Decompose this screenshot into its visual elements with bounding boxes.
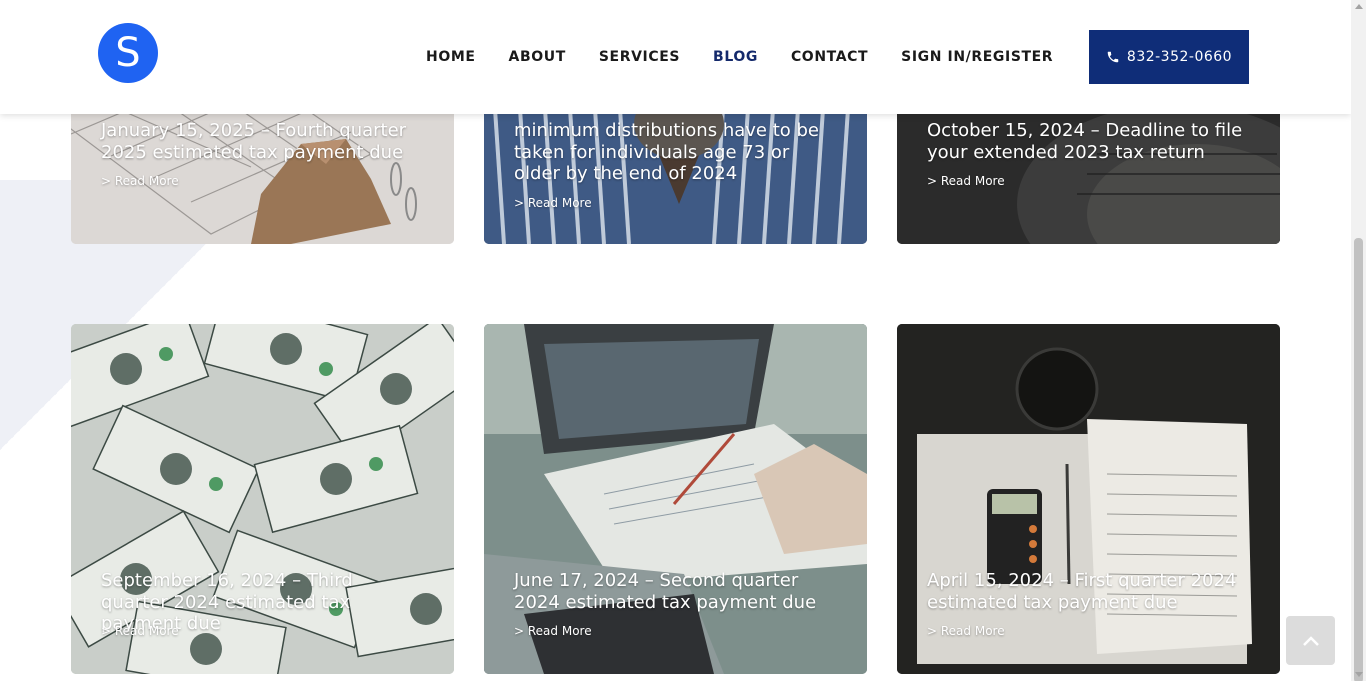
phone-number: 832-352-0660 — [1126, 49, 1233, 65]
page: January 15, 2025 – Fourth quarter 2025 e… — [0, 0, 1351, 681]
nav-home[interactable]: HOME — [426, 49, 476, 65]
read-more-link[interactable]: > Read More — [927, 174, 1005, 188]
nav-blog[interactable]: BLOG — [713, 49, 758, 65]
scroll-to-top-button[interactable] — [1286, 616, 1335, 665]
read-more-link[interactable]: > Read More — [101, 624, 179, 638]
scroll-up-arrow-icon[interactable] — [1355, 4, 1363, 9]
site-logo[interactable]: S — [98, 23, 158, 83]
phone-button[interactable]: 832-352-0660 — [1089, 30, 1249, 84]
logo-letter: S — [115, 30, 141, 76]
nav-contact[interactable]: CONTACT — [791, 49, 868, 65]
laptop-work-image — [484, 324, 867, 674]
page-scrollbar[interactable] — [1351, 0, 1366, 681]
scroll-down-arrow-icon[interactable] — [1355, 672, 1363, 677]
site-header: S HOME ABOUT SERVICES BLOG CONTACT SIGN … — [0, 0, 1351, 114]
post-title[interactable]: minimum distributions have to be taken f… — [514, 120, 837, 185]
nav-sign-in-register[interactable]: SIGN IN/REGISTER — [901, 49, 1053, 65]
post-title[interactable]: April 15, 2024 – First quarter 2024 esti… — [927, 570, 1250, 613]
chevron-up-icon — [1302, 635, 1319, 646]
blog-card[interactable]: April 15, 2024 – First quarter 2024 esti… — [897, 324, 1280, 674]
main-nav: HOME ABOUT SERVICES BLOG CONTACT SIGN IN… — [426, 49, 1086, 65]
read-more-link[interactable]: > Read More — [514, 196, 592, 210]
read-more-link[interactable]: > Read More — [101, 174, 179, 188]
read-more-link[interactable]: > Read More — [927, 624, 1005, 638]
nav-services[interactable]: SERVICES — [599, 49, 680, 65]
post-title[interactable]: October 15, 2024 – Deadline to file your… — [927, 120, 1250, 163]
blog-card[interactable]: June 17, 2024 – Second quarter 2024 esti… — [484, 324, 867, 674]
read-more-link[interactable]: > Read More — [514, 624, 592, 638]
post-title[interactable]: January 15, 2025 – Fourth quarter 2025 e… — [101, 120, 424, 163]
tax-forms-image — [897, 324, 1280, 674]
nav-about[interactable]: ABOUT — [509, 49, 566, 65]
scrollbar-thumb[interactable] — [1354, 238, 1363, 681]
blog-card[interactable]: September 16, 2024 – Third quarter 2024 … — [71, 324, 454, 674]
phone-icon — [1106, 50, 1120, 64]
post-title[interactable]: June 17, 2024 – Second quarter 2024 esti… — [514, 570, 837, 613]
